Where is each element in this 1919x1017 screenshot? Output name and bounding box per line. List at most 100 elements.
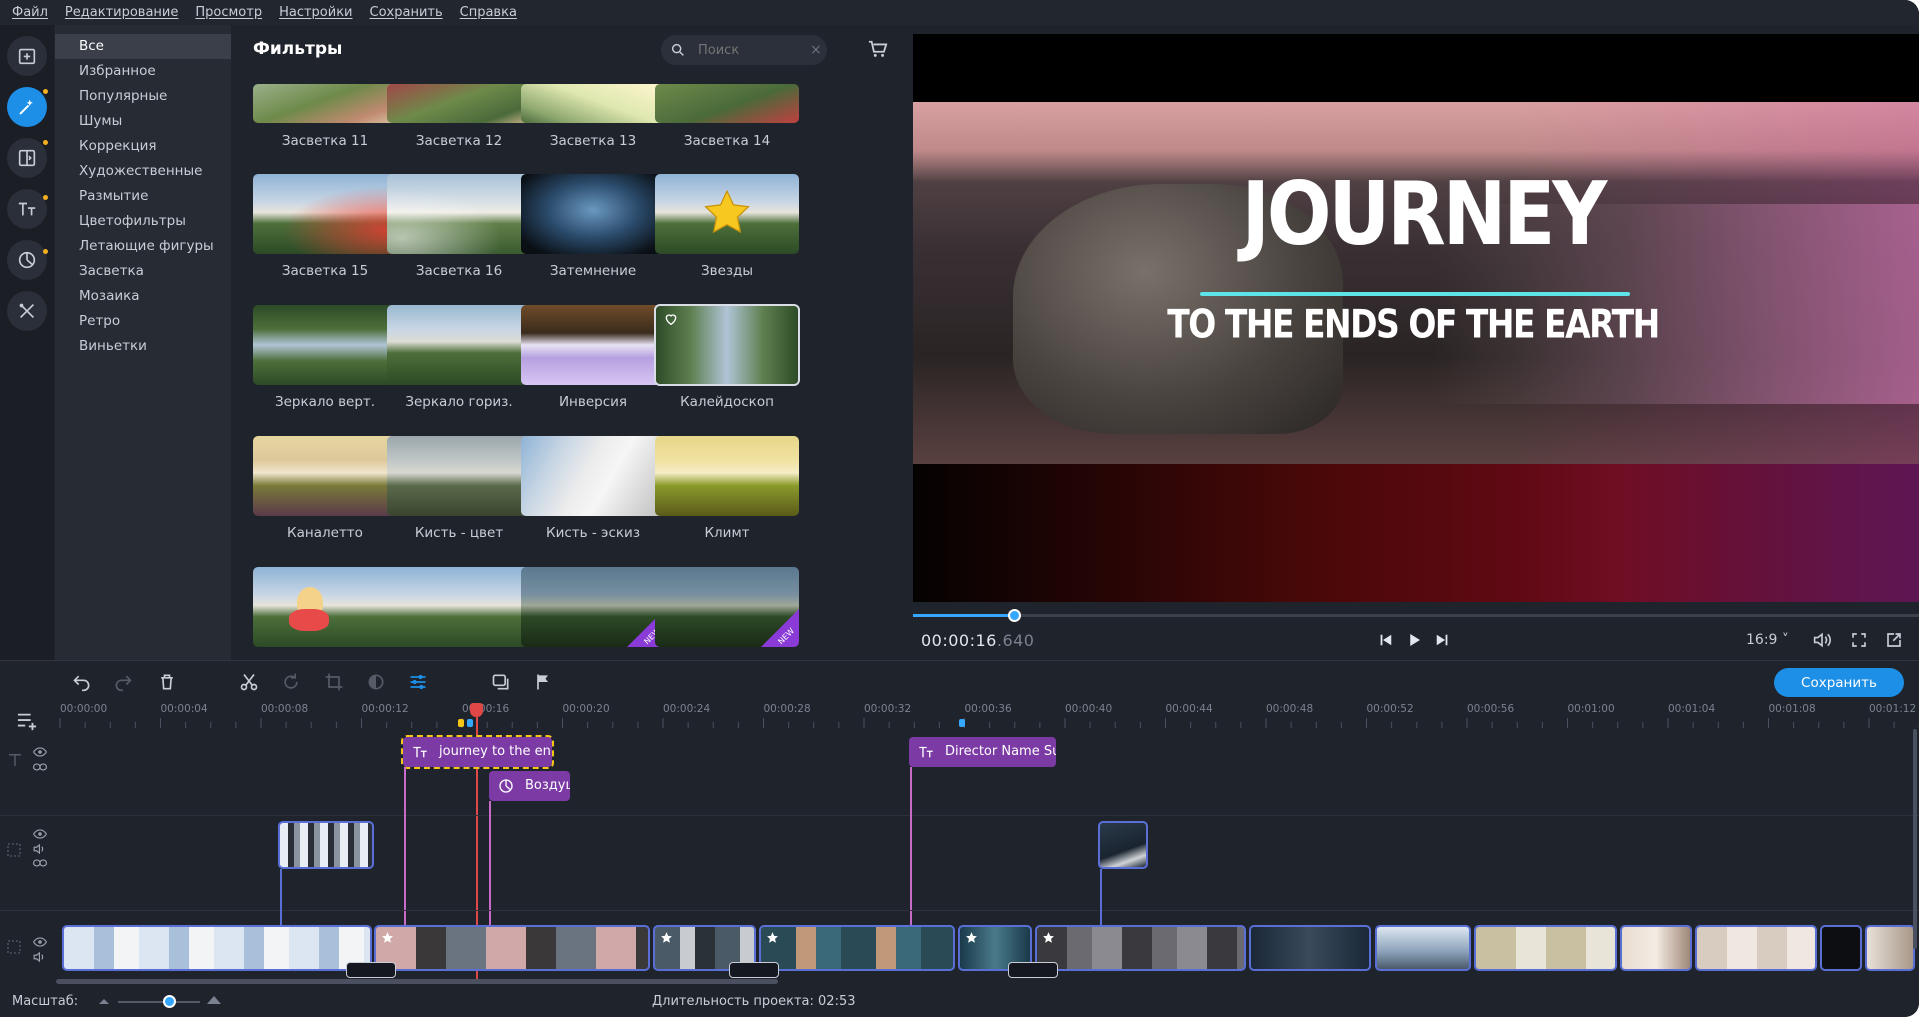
stickers-button[interactable]: [7, 240, 47, 280]
filter-label: Засветка 15: [281, 263, 369, 279]
skip-back-icon[interactable]: [1377, 631, 1395, 649]
video-clip-black[interactable]: [1820, 925, 1862, 971]
volume-icon[interactable]: [33, 843, 47, 855]
search-input[interactable]: [698, 42, 808, 58]
zoom-slider-knob[interactable]: [163, 995, 176, 1008]
filter-thumbnail: [253, 305, 397, 385]
filter-thumbnail: [387, 84, 531, 123]
tools-button[interactable]: [7, 291, 47, 331]
overlay-clip[interactable]: [1098, 821, 1148, 869]
scrubber-knob[interactable]: [1007, 609, 1021, 622]
category-retro[interactable]: Ретро: [55, 309, 231, 334]
marker-blue[interactable]: [467, 719, 473, 727]
record-voiceover-icon[interactable]: [491, 672, 511, 692]
search-box[interactable]: ×: [661, 35, 827, 65]
category-light-leaks[interactable]: Засветка: [55, 259, 231, 284]
rotate-icon[interactable]: [281, 672, 301, 692]
visibility-icon[interactable]: [33, 828, 47, 840]
title-clip-journey[interactable]: journey to the en: [401, 735, 554, 769]
import-icon: [18, 48, 36, 65]
add-marker-icon[interactable]: [533, 672, 553, 692]
zoom-slider[interactable]: [118, 1001, 200, 1003]
filter-thumbnail: [655, 84, 799, 123]
category-flying-shapes[interactable]: Летающие фигуры: [55, 234, 231, 259]
favorite-heart-icon[interactable]: [663, 311, 679, 327]
link-icon[interactable]: [33, 858, 47, 868]
add-track-icon[interactable]: [16, 711, 38, 731]
timeline-horizontal-scrollbar[interactable]: [56, 979, 778, 984]
overlay-clip[interactable]: [278, 821, 374, 869]
menu-bar: Файл Редактирование Просмотр Настройки С…: [0, 0, 1919, 25]
volume-icon[interactable]: [1812, 631, 1832, 649]
video-clip-beach[interactable]: [1035, 925, 1246, 971]
menu-save[interactable]: Сохранить: [370, 5, 443, 20]
tool-rail: [0, 25, 54, 660]
visibility-icon[interactable]: [33, 746, 47, 758]
titles-button[interactable]: [7, 189, 47, 229]
preview-scrubber[interactable]: [913, 609, 1919, 622]
video-clip-sky[interactable]: [1375, 925, 1471, 971]
link-icon[interactable]: [33, 762, 47, 772]
cart-icon[interactable]: [867, 39, 889, 59]
category-all[interactable]: Все: [55, 34, 231, 59]
transition-marker[interactable]: [729, 962, 779, 978]
video-clip-wedding[interactable]: [1620, 925, 1692, 971]
video-editor-window: Файл Редактирование Просмотр Настройки С…: [0, 0, 1919, 1017]
category-color-filters[interactable]: Цветофильтры: [55, 209, 231, 234]
category-mosaic[interactable]: Мозаика: [55, 284, 231, 309]
detach-preview-icon[interactable]: [1884, 631, 1904, 649]
undo-icon[interactable]: [72, 672, 92, 692]
import-button[interactable]: [7, 36, 47, 76]
filter-label: Кисть - эскиз: [546, 525, 640, 541]
sticker-clip[interactable]: Воздуш: [489, 771, 570, 801]
timeline-vertical-scrollbar[interactable]: [1913, 729, 1917, 949]
transition-marker[interactable]: [346, 962, 396, 978]
save-button[interactable]: Сохранить: [1774, 668, 1904, 697]
menu-edit[interactable]: Редактирование: [65, 5, 178, 20]
video-clip-bride[interactable]: [1695, 925, 1817, 971]
filters-button[interactable]: [7, 87, 47, 127]
clear-search-icon[interactable]: ×: [810, 42, 822, 58]
zoom-out-icon[interactable]: [98, 997, 110, 1005]
delete-icon[interactable]: [157, 672, 177, 692]
video-clip-sea[interactable]: [1249, 925, 1371, 971]
menu-view[interactable]: Просмотр: [195, 5, 262, 20]
marker-blue[interactable]: [959, 719, 965, 727]
title-clip-director[interactable]: Director Name Sur: [909, 737, 1056, 767]
fullscreen-icon[interactable]: [1849, 631, 1869, 649]
redo-icon[interactable]: [113, 672, 133, 692]
clip-properties-icon[interactable]: [408, 672, 428, 692]
playhead-handle[interactable]: [470, 703, 483, 717]
aspect-ratio-select[interactable]: 16:9 ˅: [1746, 632, 1789, 648]
skip-forward-icon[interactable]: [1433, 631, 1451, 649]
video-clip-rocks[interactable]: [374, 925, 650, 971]
timeline-ruler[interactable]: 00:00:00 00:00:04 00:00:08 00:00:12 00:00:16…: [56, 701, 1919, 731]
filter-label: Каналетто: [287, 525, 363, 541]
transitions-button[interactable]: [7, 138, 47, 178]
category-correction[interactable]: Коррекция: [55, 134, 231, 159]
menu-help[interactable]: Справка: [460, 5, 517, 20]
video-clip-rings[interactable]: [1474, 925, 1617, 971]
color-adjust-icon[interactable]: [366, 672, 386, 692]
category-blur[interactable]: Размытие: [55, 184, 231, 209]
category-noise[interactable]: Шумы: [55, 109, 231, 134]
transition-marker[interactable]: [1008, 962, 1058, 978]
visibility-icon[interactable]: [33, 936, 47, 948]
category-vignettes[interactable]: Виньетки: [55, 334, 231, 359]
cut-icon[interactable]: [239, 672, 259, 692]
titles-icon: [18, 202, 36, 216]
menu-file[interactable]: Файл: [12, 5, 48, 20]
play-icon[interactable]: [1405, 631, 1423, 649]
sticker-clip-icon: [499, 779, 513, 793]
crop-icon[interactable]: [324, 672, 344, 692]
video-clip-end[interactable]: [1865, 925, 1915, 971]
video-clip-coast[interactable]: [759, 925, 955, 971]
zoom-in-icon[interactable]: [206, 995, 222, 1005]
video-clip-clouds[interactable]: [62, 925, 372, 971]
volume-icon[interactable]: [33, 951, 47, 963]
category-artistic[interactable]: Художественные: [55, 159, 231, 184]
category-favorites[interactable]: Избранное: [55, 59, 231, 84]
menu-settings[interactable]: Настройки: [279, 5, 352, 20]
marker-yellow[interactable]: [458, 719, 464, 727]
category-popular[interactable]: Популярные: [55, 84, 231, 109]
